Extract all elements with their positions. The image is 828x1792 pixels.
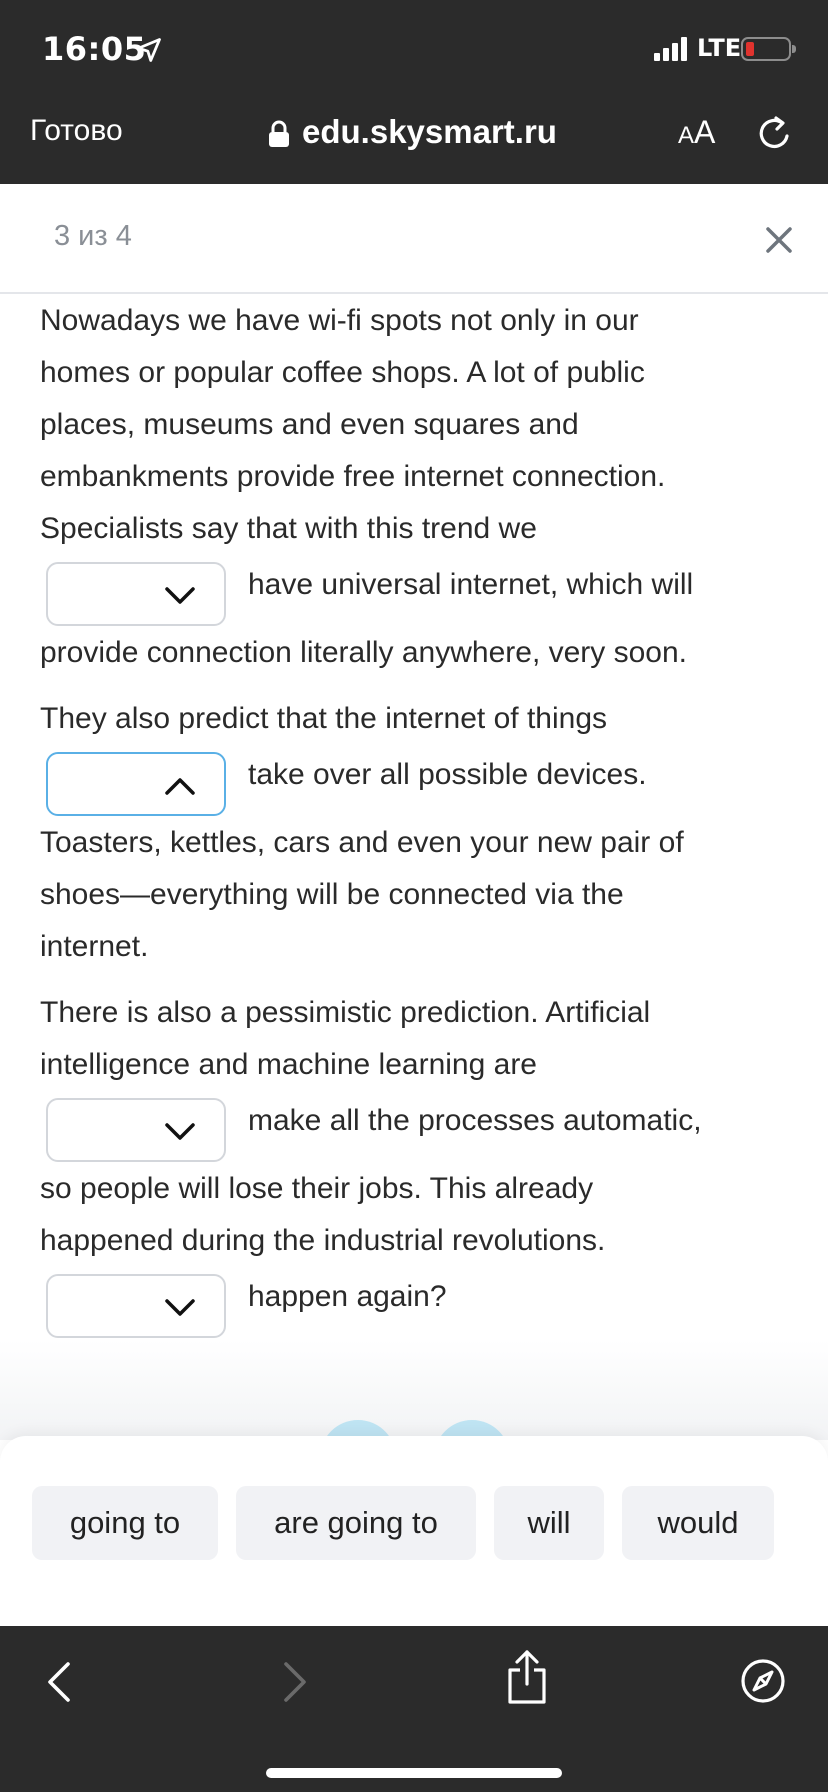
text-line: so people will lose their jobs. This alr… xyxy=(40,1172,594,1205)
answer-dropdown-1[interactable] xyxy=(46,562,226,626)
reload-icon[interactable] xyxy=(756,114,792,152)
location-arrow-icon xyxy=(137,38,161,62)
text-size-big-label: A xyxy=(694,114,716,150)
text-line: Nowadays we have wi-fi spots not only in… xyxy=(40,304,639,337)
text-line: homes or popular coffee shops. A lot of … xyxy=(40,356,645,389)
text-line: Specialists say that with this trend we xyxy=(40,512,537,545)
text-size-button[interactable]: AA xyxy=(678,114,715,151)
text-line: make all the processes automatic, xyxy=(248,1104,702,1137)
text-line: take over all possible devices. xyxy=(248,758,647,791)
text-line: provide connection literally anywhere, v… xyxy=(40,636,688,669)
progress-counter: 3 из 4 xyxy=(54,220,132,252)
home-indicator xyxy=(266,1768,562,1778)
compass-icon[interactable] xyxy=(740,1658,786,1704)
chevron-up-icon xyxy=(165,778,195,795)
option-are-going-to[interactable]: are going to xyxy=(236,1486,476,1560)
chevron-down-icon xyxy=(165,1123,195,1140)
content-fade xyxy=(0,1340,828,1440)
answer-dropdown-4[interactable] xyxy=(46,1274,226,1338)
text-line: embankments provide free internet connec… xyxy=(40,460,666,493)
forward-icon xyxy=(284,1662,306,1702)
answer-dropdown-3[interactable] xyxy=(46,1098,226,1162)
option-would[interactable]: would xyxy=(622,1486,774,1560)
text-line: happen again? xyxy=(248,1280,447,1313)
text-line: internet. xyxy=(40,930,149,963)
battery-icon xyxy=(741,37,796,61)
text-line: There is also a pessimistic prediction. … xyxy=(40,996,651,1029)
done-button[interactable]: Готово xyxy=(30,114,123,148)
chevron-down-icon xyxy=(165,587,195,604)
close-icon[interactable] xyxy=(764,225,794,255)
answer-dropdown-2[interactable] xyxy=(46,752,226,816)
text-line: intelligence and machine learning are xyxy=(40,1048,537,1081)
signal-icon xyxy=(654,37,687,61)
browser-toolbar-bottom xyxy=(0,1626,828,1792)
status-time: 16:05 xyxy=(42,30,147,68)
text-line: happened during the industrial revolutio… xyxy=(40,1224,606,1257)
lock-icon xyxy=(269,120,289,147)
browser-chrome-top: 16:05 LTE Готово edu.skysmart.ru AA xyxy=(0,0,828,184)
url-field[interactable]: edu.skysmart.ru xyxy=(302,113,557,151)
text-size-small-label: A xyxy=(678,122,695,149)
answer-options-sheet: going to are going to will would xyxy=(0,1436,828,1626)
chevron-down-icon xyxy=(165,1299,195,1316)
exercise-header: 3 из 4 xyxy=(0,184,828,294)
text-line: They also predict that the internet of t… xyxy=(40,702,607,735)
text-line: places, museums and even squares and xyxy=(40,408,579,441)
text-line: Toasters, kettles, cars and even your ne… xyxy=(40,826,684,859)
share-icon[interactable] xyxy=(504,1648,550,1706)
option-will[interactable]: will xyxy=(494,1486,604,1560)
network-label: LTE xyxy=(697,34,742,62)
text-line: shoes—everything will be connected via t… xyxy=(40,878,624,911)
text-line: have universal internet, which will xyxy=(248,568,694,601)
option-going-to[interactable]: going to xyxy=(32,1486,218,1560)
back-icon[interactable] xyxy=(44,1660,72,1704)
